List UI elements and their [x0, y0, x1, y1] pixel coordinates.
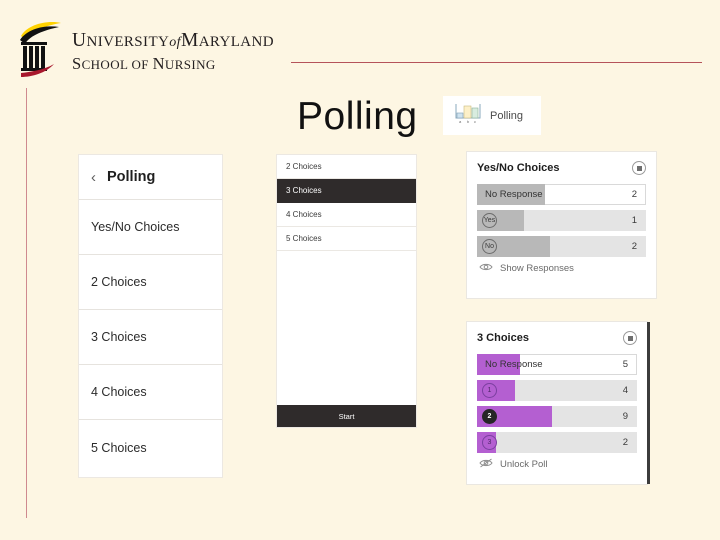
chevron-left-icon[interactable]: ‹ [91, 170, 96, 185]
umd-column-logo-icon [18, 20, 64, 78]
menu-item-label: 4 Choices [91, 385, 147, 399]
eye-slash-icon [479, 458, 493, 471]
wordmark-line1-cap2: M [181, 30, 199, 51]
row-label: No Response [477, 359, 543, 370]
row-count: 4 [623, 380, 628, 401]
show-responses-button[interactable]: Show Responses [477, 262, 646, 275]
row-count: 2 [632, 236, 637, 257]
row-chip-1: 1 [482, 383, 497, 398]
umd-wordmark: UNIVERSITYofMARYLAND SCHOOL OF NURSING [72, 30, 274, 74]
yesno-results-header: Yes/No Choices [477, 161, 646, 175]
select-item-label: 2 Choices [286, 162, 322, 171]
wordmark-line2-rest: CHOOL OF [82, 57, 153, 72]
polling-toolbar-button[interactable]: a b c Polling [443, 96, 541, 135]
yesno-row-no-response[interactable]: No Response 2 [477, 184, 646, 205]
select-item-2-choices[interactable]: 2 Choices [277, 155, 416, 179]
eye-icon [479, 262, 493, 275]
select-item-3-choices[interactable]: 3 Choices [277, 179, 416, 203]
menu-item-3-choices[interactable]: 3 Choices [79, 310, 222, 365]
row-chip-2: 2 [482, 409, 497, 424]
brand-header: UNIVERSITYofMARYLAND SCHOOL OF NURSING [18, 18, 702, 80]
menu-item-yesno-choices[interactable]: Yes/No Choices [79, 200, 222, 255]
wordmark-line2-rest2: URSING [165, 57, 216, 72]
wordmark-line1-cap: U [72, 30, 86, 51]
row-count: 2 [623, 432, 628, 453]
select-item-4-choices[interactable]: 4 Choices [277, 203, 416, 227]
three-results-right-edge [647, 322, 650, 484]
wordmark-line1-of: of [169, 35, 181, 50]
row-chip-no: No [482, 239, 497, 254]
svg-text:c: c [474, 119, 476, 124]
select-item-5-choices[interactable]: 5 Choices [277, 227, 416, 251]
select-item-label: 5 Choices [286, 234, 322, 243]
menu-item-5-choices[interactable]: 5 Choices [79, 420, 222, 475]
start-poll-button[interactable]: Start [277, 405, 416, 427]
poll-type-select-panel: 2 Choices 3 Choices 4 Choices 5 Choices … [277, 155, 416, 427]
row-track [477, 432, 637, 453]
polling-menu-header: ‹ Polling [79, 155, 222, 200]
page-title: Polling [297, 94, 418, 140]
yesno-results-title: Yes/No Choices [477, 162, 560, 174]
row-count: 5 [623, 354, 628, 375]
row-chip-3: 3 [482, 435, 497, 450]
menu-item-4-choices[interactable]: 4 Choices [79, 365, 222, 420]
row-chip-yes: Yes [482, 213, 497, 228]
menu-item-label: 2 Choices [91, 275, 147, 289]
row-label: No Response [477, 189, 543, 200]
three-row-choice-1[interactable]: 1 4 [477, 380, 637, 401]
three-row-choice-3[interactable]: 3 2 [477, 432, 637, 453]
wordmark-line2-cap: S [72, 54, 82, 73]
start-poll-label: Start [339, 412, 355, 421]
wordmark-line1-rest: NIVERSITY [86, 34, 169, 50]
row-count: 9 [623, 406, 628, 427]
select-panel-body [277, 251, 416, 411]
row-count: 1 [632, 210, 637, 231]
row-count: 2 [632, 184, 637, 205]
three-results-title: 3 Choices [477, 332, 529, 344]
menu-item-2-choices[interactable]: 2 Choices [79, 255, 222, 310]
select-item-label: 4 Choices [286, 210, 322, 219]
yesno-row-no[interactable]: No 2 [477, 236, 646, 257]
stop-button-icon[interactable] [632, 161, 646, 175]
svg-text:b: b [467, 119, 470, 124]
three-row-choice-2[interactable]: 2 9 [477, 406, 637, 427]
unlock-poll-label: Unlock Poll [500, 459, 548, 470]
wordmark-line1-rest2: ARYLAND [199, 34, 274, 50]
polling-toolbar-label: Polling [490, 110, 523, 122]
slide-canvas: UNIVERSITYofMARYLAND SCHOOL OF NURSING P… [0, 0, 720, 540]
three-row-no-response[interactable]: No Response 5 [477, 354, 637, 375]
menu-item-label: 5 Choices [91, 441, 147, 455]
header-divider-rule [291, 62, 702, 63]
menu-item-label: Yes/No Choices [91, 220, 179, 234]
bar-chart-icon: a b c [453, 101, 483, 130]
yesno-results-panel: Yes/No Choices No Response 2 Yes 1 No 2 [467, 152, 656, 298]
select-item-label: 3 Choices [286, 186, 322, 195]
yesno-row-yes[interactable]: Yes 1 [477, 210, 646, 231]
three-choices-results-panel: 3 Choices No Response 5 1 4 2 9 3 2 [467, 322, 647, 484]
unlock-poll-button[interactable]: Unlock Poll [477, 458, 637, 471]
show-responses-label: Show Responses [500, 263, 574, 274]
svg-text:a: a [459, 119, 462, 124]
stop-button-icon[interactable] [623, 331, 637, 345]
menu-item-label: 3 Choices [91, 330, 147, 344]
polling-menu-panel: ‹ Polling Yes/No Choices 2 Choices 3 Cho… [79, 155, 222, 477]
left-accent-rule [26, 88, 27, 518]
wordmark-line2-cap2: N [153, 54, 165, 73]
polling-menu-title: Polling [107, 169, 155, 185]
three-results-header: 3 Choices [477, 331, 637, 345]
